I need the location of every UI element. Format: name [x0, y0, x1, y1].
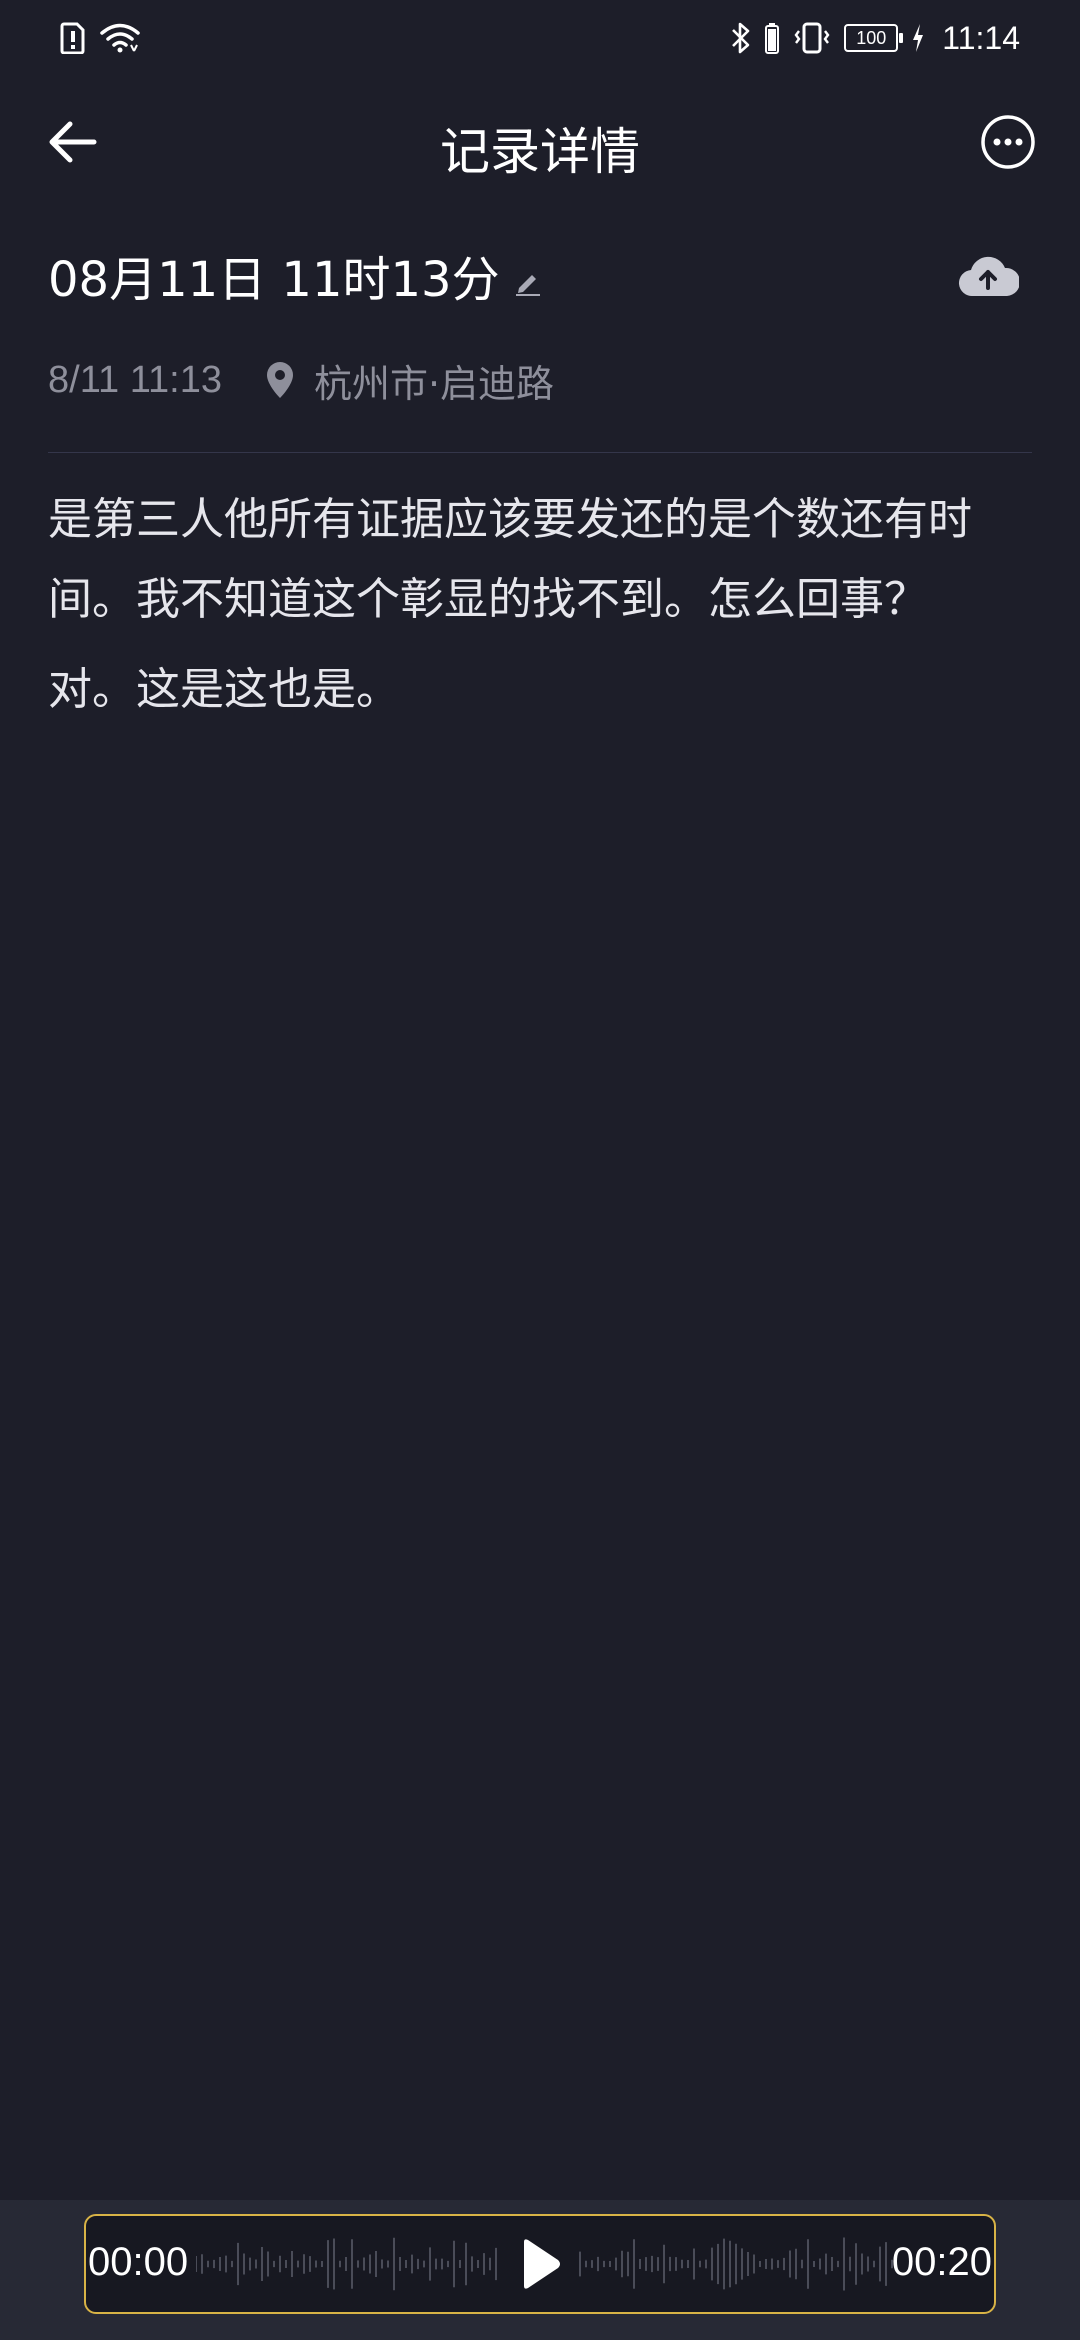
sim-alert-icon: [60, 22, 85, 54]
cloud-upload-button[interactable]: [952, 240, 1024, 312]
record-time: 8/11 11:13: [48, 358, 222, 401]
record-title-row[interactable]: 08月11日 11时13分: [48, 240, 542, 310]
record-meta: 8/11 11:13 杭州市·启迪路: [48, 350, 554, 410]
transcript-paragraph: 是第三人他所有证据应该要发还的是个数还有时间。我不知道这个彰显的找不到。怎么回事…: [48, 494, 972, 625]
battery-icon: 100: [844, 24, 904, 52]
status-time: 11:14: [942, 19, 1020, 56]
audio-player: 00:00 00:20: [0, 2200, 1080, 2340]
transcript-paragraph: 对。这是这也是。: [48, 664, 400, 715]
current-time: 00:00: [88, 2240, 189, 2284]
vibrate-icon: [794, 22, 830, 54]
status-bar: 100 11:14: [0, 0, 1080, 72]
status-right-icons: 100 11:14: [730, 18, 1020, 58]
location-pin-icon: [266, 362, 293, 398]
play-icon: [524, 2239, 560, 2289]
top-bar: 记录详情: [0, 90, 1080, 194]
divider: [48, 452, 1032, 453]
wifi-icon: [100, 23, 140, 53]
play-button[interactable]: [518, 2238, 562, 2290]
audio-player-bar[interactable]: 00:00 00:20: [84, 2214, 996, 2314]
more-options-icon: [981, 115, 1035, 169]
page-title: 记录详情: [440, 123, 640, 181]
more-options-button[interactable]: [976, 110, 1040, 174]
cloud-upload-icon: [959, 256, 1019, 297]
charging-icon: [913, 24, 924, 52]
transcript-text: 是第三人他所有证据应该要发还的是个数还有时间。我不知道这个彰显的找不到。怎么回事…: [48, 480, 1032, 740]
record-title[interactable]: 08月11日 11时13分: [48, 240, 500, 310]
edit-icon[interactable]: [514, 268, 542, 296]
battery-small-icon: [765, 23, 780, 54]
status-left-icons: [60, 18, 140, 58]
total-time: 00:20: [891, 2240, 992, 2284]
record-location: 杭州市·启迪路: [313, 361, 555, 406]
bluetooth-icon: [732, 22, 750, 54]
battery-level: 100: [856, 28, 887, 48]
